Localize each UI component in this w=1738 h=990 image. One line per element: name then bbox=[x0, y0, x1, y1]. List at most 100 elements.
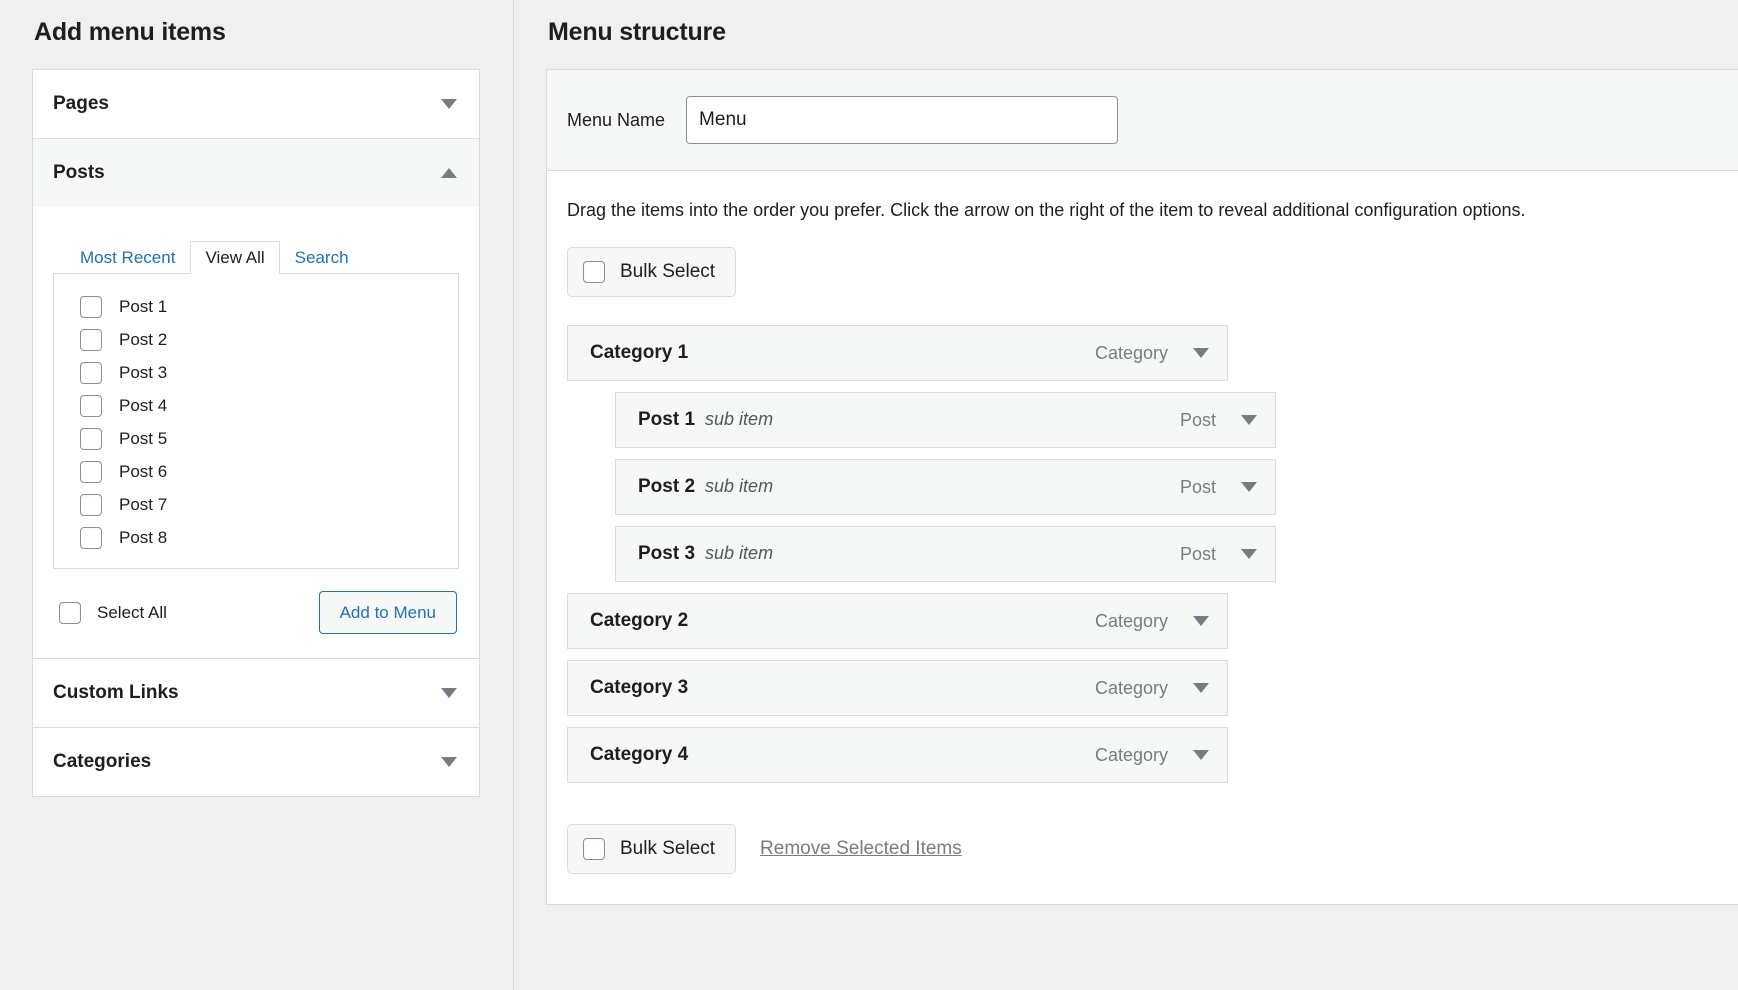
chevron-down-icon[interactable] bbox=[1193, 750, 1209, 761]
menu-structure-inner: Menu structure Menu Name Drag the items … bbox=[514, 18, 1738, 906]
list-item[interactable]: Post 3 bbox=[54, 356, 458, 389]
menu-item-title: Post 1 bbox=[638, 409, 696, 431]
chevron-down-icon[interactable] bbox=[1241, 549, 1257, 560]
chevron-down-icon[interactable] bbox=[1193, 348, 1209, 359]
menu-item-subtitle: sub item bbox=[705, 409, 774, 430]
list-item[interactable]: Post 8 bbox=[54, 521, 458, 554]
chevron-down-icon[interactable] bbox=[1241, 415, 1257, 426]
menu-item-label-group: Category 3 bbox=[590, 677, 688, 699]
menu-item-meta: Post bbox=[1180, 477, 1257, 498]
post-checkbox[interactable] bbox=[80, 427, 102, 450]
accordion-header-pages[interactable]: Pages bbox=[33, 70, 479, 138]
menu-name-input[interactable] bbox=[686, 96, 1119, 144]
add-menu-items-column: Add menu items Pages Posts Most Recent V… bbox=[0, 0, 514, 990]
post-label: Post 3 bbox=[119, 362, 168, 382]
bulk-select-top-button[interactable]: Bulk Select bbox=[567, 247, 737, 298]
menu-item-label-group: Category 4 bbox=[590, 744, 688, 766]
accordion-section-pages: Pages bbox=[33, 70, 479, 139]
chevron-down-icon[interactable] bbox=[441, 757, 457, 767]
add-menu-items-title: Add menu items bbox=[34, 18, 226, 46]
bulk-select-bottom-button[interactable]: Bulk Select bbox=[567, 824, 737, 875]
chevron-down-icon[interactable] bbox=[1241, 482, 1257, 493]
accordion-section-categories: Categories bbox=[33, 728, 479, 796]
bulk-select-bottom-checkbox[interactable] bbox=[583, 838, 605, 861]
chevron-up-icon[interactable] bbox=[441, 168, 457, 178]
menu-item-meta: Category bbox=[1095, 745, 1209, 766]
post-checkbox[interactable] bbox=[80, 361, 102, 384]
menu-structure-panel: Menu Name Drag the items into the order … bbox=[546, 69, 1738, 906]
post-label: Post 5 bbox=[119, 428, 168, 448]
accordion-label-custom-links: Custom Links bbox=[53, 682, 179, 703]
menu-structure-body: Drag the items into the order you prefer… bbox=[547, 171, 1738, 904]
menu-item-type: Category bbox=[1094, 342, 1168, 363]
post-label: Post 1 bbox=[119, 296, 168, 316]
tab-search[interactable]: Search bbox=[280, 241, 364, 274]
bulk-select-top-label: Bulk Select bbox=[620, 261, 716, 283]
bulk-select-top-checkbox[interactable] bbox=[583, 261, 605, 284]
accordion-section-posts: Posts Most Recent View All Search Post 1 bbox=[33, 139, 479, 659]
select-all-label: Select All bbox=[97, 602, 167, 622]
bulk-select-bottom-label: Bulk Select bbox=[620, 838, 716, 860]
add-to-menu-button[interactable]: Add to Menu bbox=[318, 591, 457, 634]
list-item[interactable]: Post 2 bbox=[54, 323, 458, 356]
menu-item-type: Post bbox=[1179, 543, 1216, 564]
menu-item-subtitle: sub item bbox=[705, 543, 774, 564]
list-item[interactable]: Post 4 bbox=[54, 389, 458, 422]
menu-item-title: Post 3 bbox=[638, 543, 696, 565]
posts-tab-list: Most Recent View All Search bbox=[65, 237, 459, 274]
menu-item-meta: Category bbox=[1095, 611, 1209, 632]
remove-selected-items-link[interactable]: Remove Selected Items bbox=[760, 838, 962, 860]
menu-item-title: Category 1 bbox=[590, 342, 689, 364]
menu-footer-actions: Bulk Select Remove Selected Items bbox=[567, 824, 1718, 875]
menu-name-label: Menu Name bbox=[567, 109, 666, 130]
menu-item-meta: Post bbox=[1180, 410, 1257, 431]
post-checkbox[interactable] bbox=[80, 526, 102, 549]
list-item[interactable]: Post 5 bbox=[54, 422, 458, 455]
tab-view-all[interactable]: View All bbox=[190, 241, 280, 274]
accordion-header-categories[interactable]: Categories bbox=[33, 728, 479, 796]
post-checkbox[interactable] bbox=[80, 328, 102, 351]
menu-item-row[interactable]: Post 3 sub item Post bbox=[615, 526, 1276, 583]
menu-item-label-group: Post 1 sub item bbox=[638, 409, 773, 431]
post-checkbox[interactable] bbox=[80, 493, 102, 516]
menu-item-row[interactable]: Post 2 sub item Post bbox=[615, 459, 1276, 516]
post-label: Post 8 bbox=[119, 527, 168, 547]
accordion-section-custom-links: Custom Links bbox=[33, 659, 479, 728]
menu-item-row[interactable]: Category 1 Category bbox=[567, 325, 1228, 382]
select-all-checkbox[interactable] bbox=[59, 601, 81, 624]
menu-item-type: Category bbox=[1094, 677, 1168, 698]
chevron-down-icon[interactable] bbox=[441, 688, 457, 698]
menu-item-meta: Post bbox=[1180, 544, 1257, 565]
menu-item-meta: Category bbox=[1095, 678, 1209, 699]
select-all-control[interactable]: Select All bbox=[59, 601, 167, 624]
post-checkbox[interactable] bbox=[80, 394, 102, 417]
menu-item-title: Post 2 bbox=[638, 476, 696, 498]
list-item[interactable]: Post 6 bbox=[54, 455, 458, 488]
menu-item-type: Category bbox=[1094, 744, 1168, 765]
drag-hint-text: Drag the items into the order you prefer… bbox=[567, 200, 1526, 220]
add-menu-items-accordion: Pages Posts Most Recent View All Search bbox=[32, 69, 480, 797]
list-item[interactable]: Post 7 bbox=[54, 488, 458, 521]
chevron-down-icon[interactable] bbox=[1193, 616, 1209, 627]
menu-item-label-group: Post 2 sub item bbox=[638, 476, 773, 498]
menu-item-title: Category 2 bbox=[590, 610, 689, 632]
accordion-header-posts[interactable]: Posts bbox=[33, 139, 479, 207]
menu-item-type: Post bbox=[1179, 476, 1216, 497]
menu-name-bar: Menu Name bbox=[547, 70, 1738, 171]
chevron-down-icon[interactable] bbox=[441, 99, 457, 109]
menu-item-title: Category 4 bbox=[590, 744, 689, 766]
menu-item-title: Category 3 bbox=[590, 677, 689, 699]
post-label: Post 7 bbox=[119, 494, 168, 514]
menu-item-row[interactable]: Category 4 Category bbox=[567, 727, 1228, 784]
menu-item-subtitle: sub item bbox=[705, 476, 774, 497]
menu-item-row[interactable]: Post 1 sub item Post bbox=[615, 392, 1276, 449]
tab-most-recent[interactable]: Most Recent bbox=[65, 241, 190, 274]
accordion-label-posts: Posts bbox=[53, 162, 105, 183]
chevron-down-icon[interactable] bbox=[1193, 683, 1209, 694]
list-item[interactable]: Post 1 bbox=[54, 290, 458, 323]
post-checkbox[interactable] bbox=[80, 295, 102, 318]
accordion-header-custom-links[interactable]: Custom Links bbox=[33, 659, 479, 727]
menu-item-row[interactable]: Category 3 Category bbox=[567, 660, 1228, 717]
post-checkbox[interactable] bbox=[80, 460, 102, 483]
menu-item-row[interactable]: Category 2 Category bbox=[567, 593, 1228, 650]
